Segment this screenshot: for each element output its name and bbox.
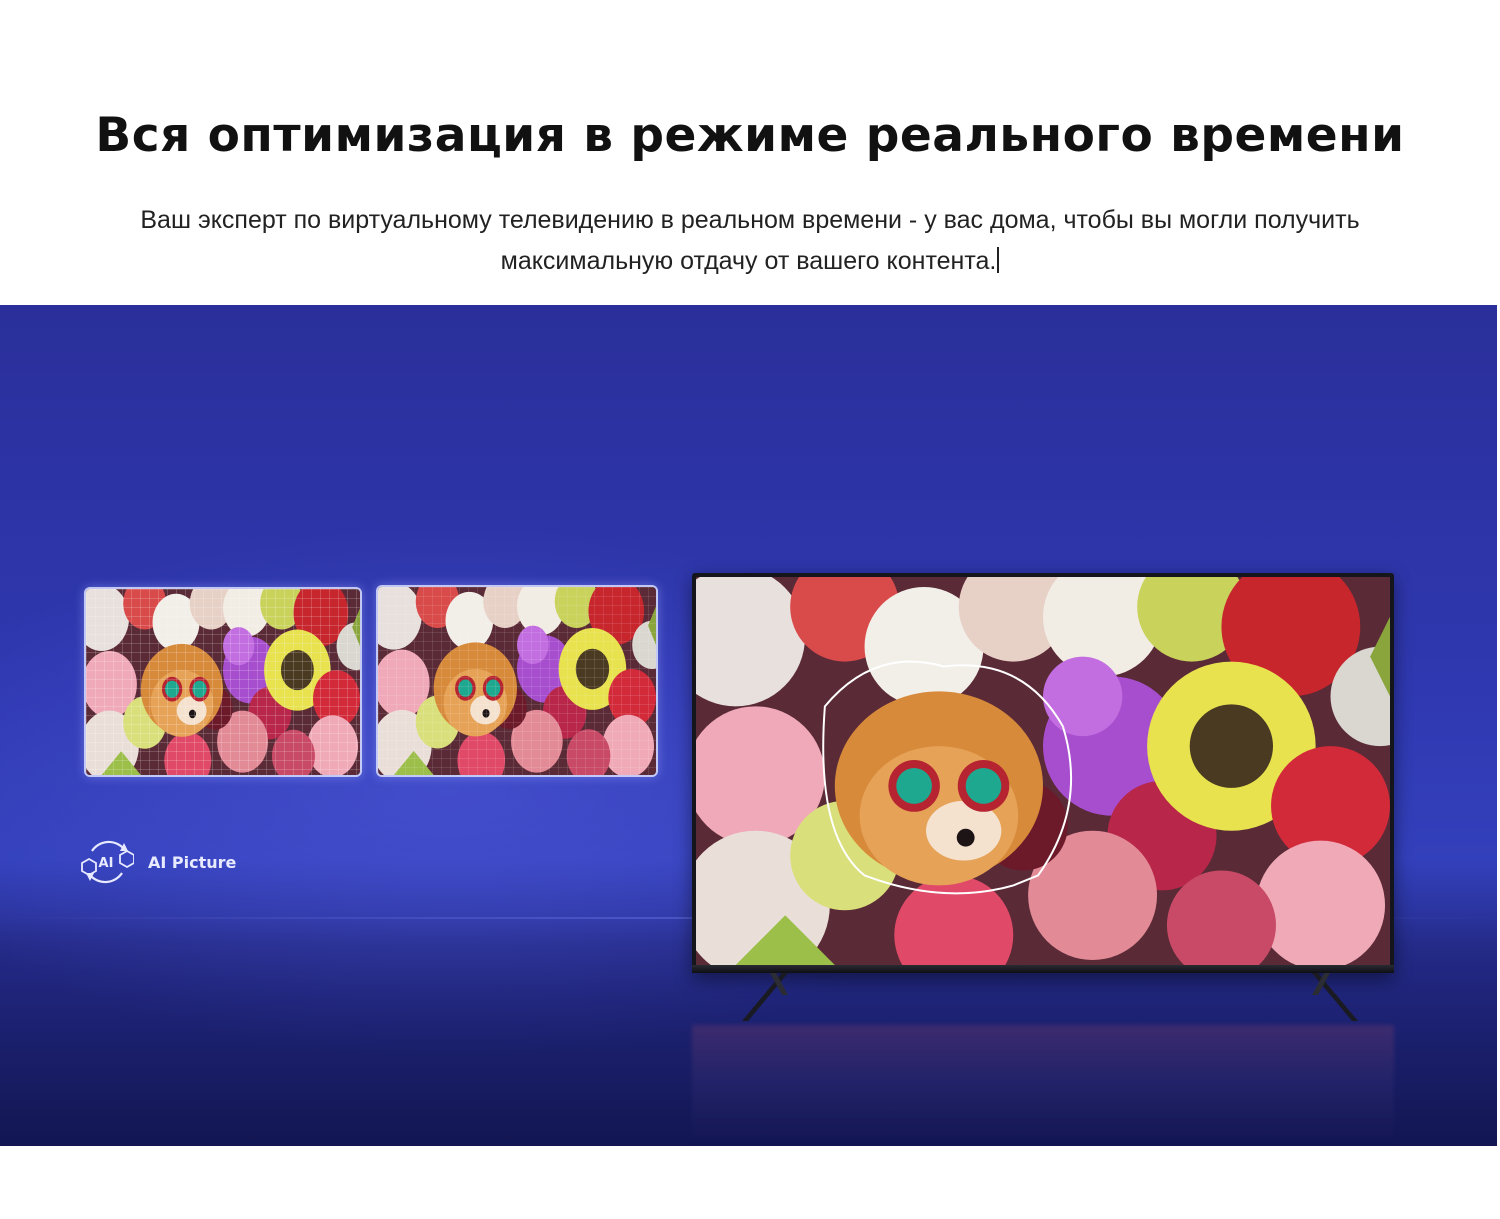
page-title: Вся оптимизация в режиме реального време…	[95, 108, 1405, 163]
ai-icon-text: AI	[99, 856, 114, 871]
dog-with-goggles-in-flowers-image	[696, 577, 1390, 965]
ai-picture-label: AI Picture	[148, 852, 237, 872]
ai-picture-badge: AI AI Picture	[80, 837, 236, 887]
tv-display	[692, 573, 1394, 973]
tv-reflection	[692, 1025, 1394, 1146]
tv-stand-right	[1312, 973, 1358, 1021]
page: Вся оптимизация в режиме реального време…	[0, 0, 1500, 1219]
tv-screen	[696, 577, 1390, 965]
tv-bezel	[692, 965, 1394, 973]
page-subtitle: Ваш эксперт по виртуальному телевидению …	[80, 200, 1420, 282]
subtitle-text: Ваш эксперт по виртуальному телевидению …	[140, 206, 1360, 275]
text-caret	[997, 247, 1000, 273]
low-res-thumbnail	[84, 587, 362, 777]
ai-cube-cycle-icon: AI	[81, 840, 134, 884]
hero-banner: AI AI Picture	[0, 305, 1497, 1146]
pixel-grid-overlay	[86, 589, 360, 775]
pixel-grid-overlay	[378, 587, 656, 775]
tv-stand-left	[742, 973, 788, 1021]
processing-thumbnail	[376, 585, 658, 777]
